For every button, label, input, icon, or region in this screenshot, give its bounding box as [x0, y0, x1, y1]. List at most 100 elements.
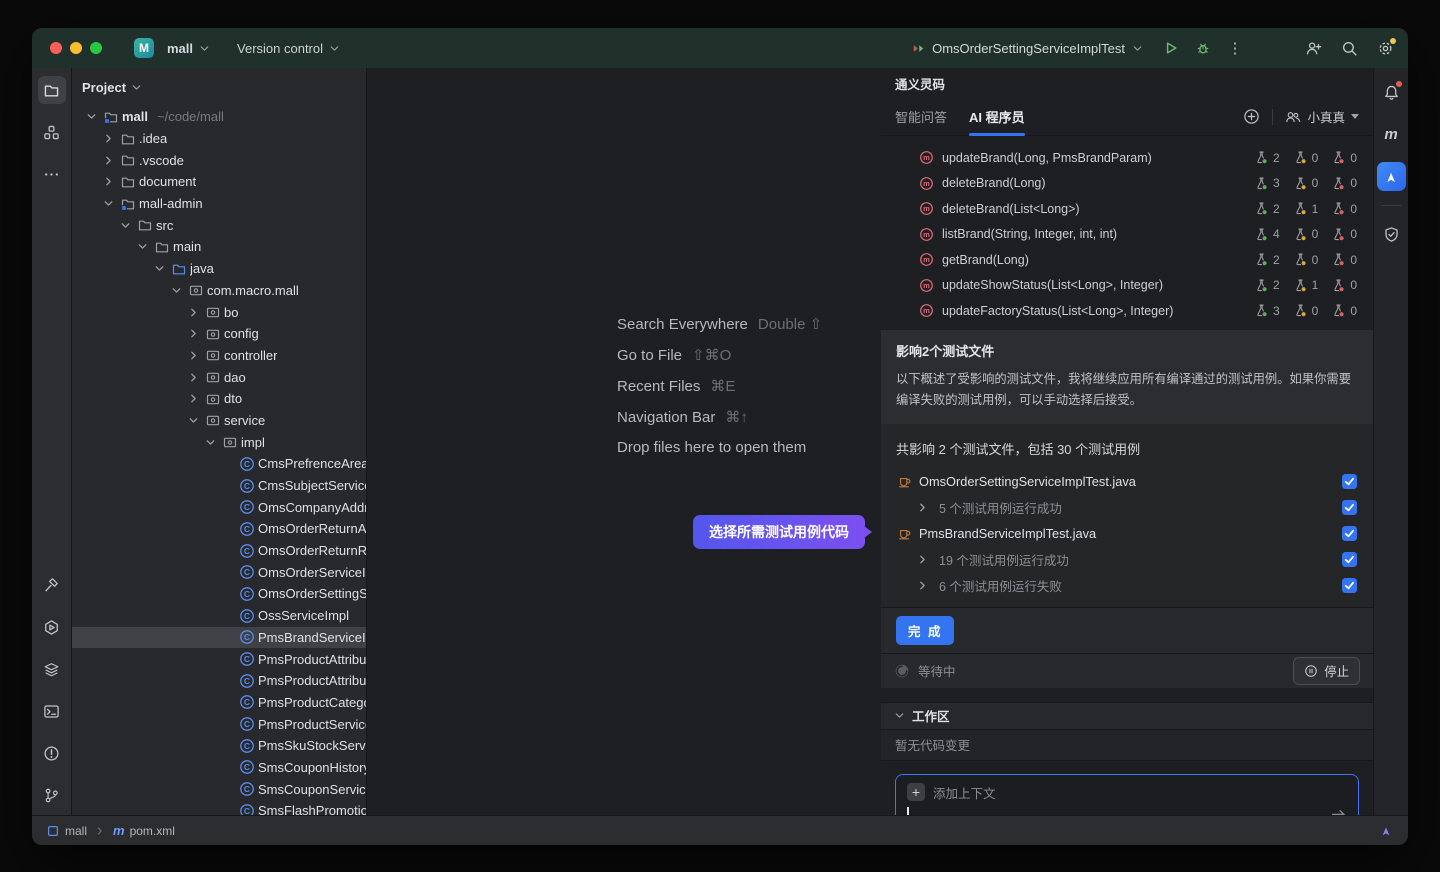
- affected-file-row[interactable]: 19 个测试用例运行成功: [881, 547, 1373, 573]
- method-row[interactable]: mdeleteBrand(List<Long>)210: [881, 196, 1373, 222]
- chevron-right-icon[interactable]: [915, 578, 930, 593]
- tree-item[interactable]: java: [72, 258, 366, 280]
- affected-file-row[interactable]: 6 个测试用例运行失败: [881, 573, 1373, 599]
- more-actions-button[interactable]: ⋮: [1224, 37, 1246, 59]
- tree-item[interactable]: COssServiceImpl: [72, 605, 366, 627]
- tree-item[interactable]: CPmsProductAttribut: [72, 648, 366, 670]
- tool-problems-button[interactable]: [38, 739, 66, 767]
- close-button[interactable]: [50, 42, 62, 54]
- method-row[interactable]: mupdateFactoryStatus(List<Long>, Integer…: [881, 298, 1373, 324]
- tree-item[interactable]: COmsCompanyAddre: [72, 496, 366, 518]
- breadcrumb-file[interactable]: m pom.xml: [113, 823, 175, 838]
- chevron-right-icon[interactable]: [185, 305, 201, 320]
- tree-item[interactable]: dao: [72, 366, 366, 388]
- stop-button[interactable]: 停止: [1293, 657, 1360, 685]
- tool-structure-button[interactable]: [38, 118, 66, 146]
- ai-conversation[interactable]: mupdateBrand(Long, PmsBrandParam)200 mdel…: [881, 136, 1373, 815]
- tree-item[interactable]: com.macro.mall: [72, 280, 366, 302]
- tool-project-button[interactable]: [38, 76, 66, 104]
- tongyi-status-icon[interactable]: [1378, 823, 1394, 839]
- tree-item[interactable]: dto: [72, 388, 366, 410]
- maven-tool-button[interactable]: m: [1377, 120, 1405, 148]
- file-checkbox[interactable]: [1342, 500, 1357, 515]
- method-row[interactable]: mlistBrand(String, Integer, int, int)400: [881, 222, 1373, 248]
- tree-item[interactable]: controller: [72, 345, 366, 367]
- file-checkbox[interactable]: [1342, 578, 1357, 593]
- notifications-button[interactable]: [1377, 78, 1405, 106]
- project-panel-header[interactable]: Project: [72, 68, 366, 106]
- chevron-right-icon[interactable]: [100, 131, 116, 146]
- tab-smart-qa[interactable]: 智能问答: [895, 98, 947, 136]
- tree-item[interactable]: config: [72, 323, 366, 345]
- chat-input[interactable]: + 添加上下文: [895, 774, 1359, 816]
- tree-item[interactable]: service: [72, 410, 366, 432]
- file-checkbox[interactable]: [1342, 474, 1357, 489]
- tree-item[interactable]: CPmsSkuStockServic: [72, 735, 366, 757]
- code-with-me-button[interactable]: [1302, 37, 1324, 59]
- vcs-menu[interactable]: Version control: [231, 37, 347, 60]
- method-row[interactable]: mgetBrand(Long)200: [881, 247, 1373, 273]
- tree-item[interactable]: mall-admin: [72, 193, 366, 215]
- chevron-right-icon[interactable]: [185, 326, 201, 341]
- chevron-right-icon[interactable]: [915, 552, 930, 567]
- tree-item[interactable]: .idea: [72, 128, 366, 150]
- tree-item[interactable]: CPmsProductService: [72, 713, 366, 735]
- tongyi-lingma-button[interactable]: [1377, 162, 1406, 191]
- debug-button[interactable]: [1192, 37, 1214, 59]
- send-button[interactable]: [1330, 806, 1347, 816]
- run-configuration-selector[interactable]: OmsOrderSettingServiceImplTest: [905, 38, 1150, 59]
- done-button[interactable]: 完 成: [896, 616, 954, 645]
- chevron-right-icon[interactable]: [185, 370, 201, 385]
- chevron-right-icon[interactable]: [185, 391, 201, 406]
- file-checkbox[interactable]: [1342, 552, 1357, 567]
- tool-build-button[interactable]: [38, 571, 66, 599]
- chevron-right-icon[interactable]: [185, 348, 201, 363]
- tool-terminal-button[interactable]: [38, 697, 66, 725]
- file-checkbox[interactable]: [1342, 526, 1357, 541]
- chevron-down-icon[interactable]: [134, 239, 150, 254]
- tree-item[interactable]: CCmsSubjectService: [72, 475, 366, 497]
- run-button[interactable]: [1160, 37, 1182, 59]
- tree-item[interactable]: CSmsCouponHistory: [72, 757, 366, 779]
- workspace-header[interactable]: 工作区: [881, 702, 1373, 730]
- chevron-down-icon[interactable]: [151, 261, 167, 276]
- tree-item[interactable]: CCmsPrefrenceAreaS: [72, 453, 366, 475]
- tree-item[interactable]: COmsOrderServiceIm: [72, 561, 366, 583]
- method-row[interactable]: mupdateShowStatus(List<Long>, Integer)21…: [881, 273, 1373, 299]
- tool-git-button[interactable]: [38, 781, 66, 809]
- affected-file-row[interactable]: 5 个测试用例运行成功: [881, 495, 1373, 521]
- breadcrumb-module[interactable]: mall: [46, 824, 87, 838]
- tree-item[interactable]: main: [72, 236, 366, 258]
- tree-item[interactable]: COmsOrderReturnRe: [72, 540, 366, 562]
- tree-item[interactable]: impl: [72, 431, 366, 453]
- chevron-down-icon[interactable]: [202, 435, 218, 450]
- tree-item[interactable]: COmsOrderSettingSe: [72, 583, 366, 605]
- chevron-down-icon[interactable]: [83, 109, 99, 124]
- tree-item[interactable]: .vscode: [72, 149, 366, 171]
- settings-button[interactable]: [1374, 37, 1396, 59]
- tab-ai-programmer[interactable]: AI 程序员: [969, 98, 1025, 136]
- chevron-right-icon[interactable]: [915, 500, 930, 515]
- chevron-down-icon[interactable]: [168, 283, 184, 298]
- tool-more-button[interactable]: [38, 160, 66, 188]
- tool-run-button[interactable]: [38, 613, 66, 641]
- maximize-button[interactable]: [90, 42, 102, 54]
- chevron-right-icon[interactable]: [100, 153, 116, 168]
- project-switcher[interactable]: mall: [161, 37, 217, 60]
- chevron-down-icon[interactable]: [185, 413, 201, 428]
- dependency-checker-button[interactable]: [1377, 220, 1405, 248]
- new-session-button[interactable]: [1243, 108, 1260, 125]
- affected-file-row[interactable]: PmsBrandServiceImplTest.java: [881, 521, 1373, 547]
- affected-file-row[interactable]: OmsOrderSettingServiceImplTest.java: [881, 469, 1373, 495]
- tree-item[interactable]: CSmsFlashPromotio: [72, 800, 366, 815]
- chevron-down-icon[interactable]: [117, 218, 133, 233]
- chevron-down-icon[interactable]: [100, 196, 116, 211]
- tree-item[interactable]: COmsOrderReturnAp: [72, 518, 366, 540]
- tree-item[interactable]: CPmsBrandServiceIm: [72, 627, 366, 649]
- method-row[interactable]: mupdateBrand(Long, PmsBrandParam)200: [881, 145, 1373, 171]
- minimize-button[interactable]: [70, 42, 82, 54]
- tree-item[interactable]: CPmsProductCatego: [72, 692, 366, 714]
- add-context-button[interactable]: +: [907, 783, 925, 801]
- tool-services-button[interactable]: [38, 655, 66, 683]
- tree-item[interactable]: CPmsProductAttribut: [72, 670, 366, 692]
